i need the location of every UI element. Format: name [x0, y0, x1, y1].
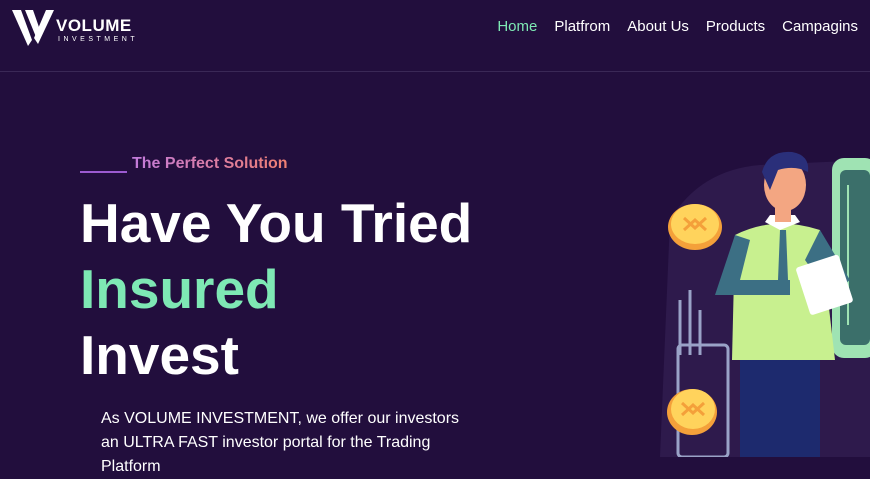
nav-products[interactable]: Products	[706, 18, 765, 35]
nav-platform[interactable]: Platfrom	[554, 18, 610, 35]
nav-campaigns[interactable]: Campagins	[782, 18, 858, 35]
nav-home[interactable]: Home	[497, 18, 537, 35]
hero-heading-line-2: Insured	[80, 258, 279, 320]
brand-subtitle: INVESTMENT	[58, 36, 139, 43]
investor-illustration	[660, 151, 870, 457]
hero-tagline: The Perfect Solution	[132, 155, 288, 172]
main-nav: Home Platfrom About Us Products Campagin…	[497, 18, 858, 35]
hero-heading-line-3: Invest	[80, 324, 239, 386]
hero-description: As VOLUME INVESTMENT, we offer our inves…	[101, 410, 460, 475]
site-header: VOLUME INVESTMENT Home Platfrom About Us…	[0, 0, 870, 72]
nav-about-us[interactable]: About Us	[627, 18, 689, 35]
brand-title: VOLUME	[56, 16, 132, 35]
tagline-divider	[80, 171, 127, 173]
v-logo-icon	[12, 10, 54, 46]
brand-logo[interactable]: VOLUME INVESTMENT	[12, 10, 152, 46]
hero-heading-line-1: Have You Tried	[80, 192, 473, 254]
